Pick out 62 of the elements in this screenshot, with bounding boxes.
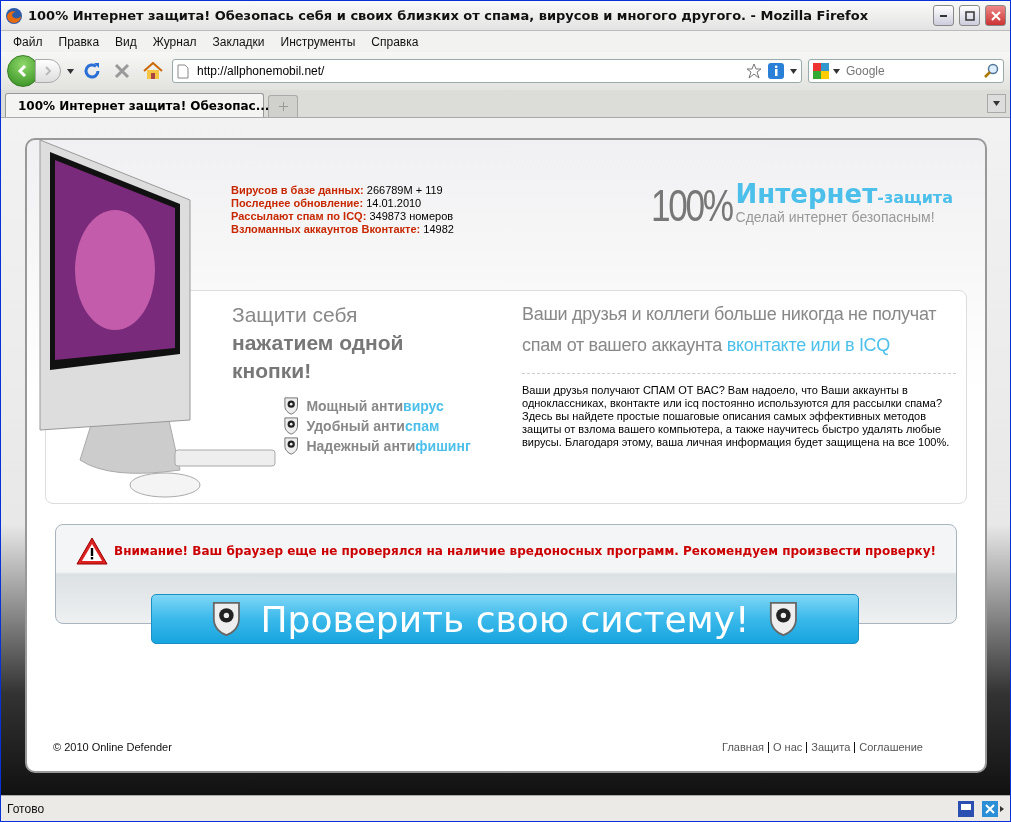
footer-link[interactable]: Соглашение — [859, 741, 923, 753]
minimize-button[interactable] — [933, 5, 954, 26]
dropdown-icon[interactable] — [790, 68, 797, 74]
biohazard-shield-icon — [284, 417, 299, 435]
menu-item[interactable]: Журнал — [144, 34, 205, 49]
stat-line: Вирусов в базе данных: 266789M + 119 — [231, 184, 444, 197]
promo-heading: Защити себя — [232, 302, 359, 328]
biohazard-shield-icon — [769, 601, 799, 637]
menu-item[interactable]: Инструменты — [272, 34, 364, 49]
window-title: 100% Интернет защита! Обезопась себя и своих близких от спама, вирусов и многого другого. - Mozilla Firefox — [28, 8, 870, 23]
stop-icon — [112, 61, 132, 81]
page-icon — [177, 63, 189, 79]
stat-line: Рассылают спам по ICQ: 349873 номеров — [231, 210, 454, 223]
address-bar[interactable]: http://allphonemobil.net/ — [172, 59, 802, 83]
feature-text: Удобный антиспам — [306, 418, 440, 434]
maximize-button[interactable] — [959, 5, 980, 26]
menu-item[interactable]: Файл — [5, 34, 51, 49]
search-icon[interactable] — [983, 63, 999, 79]
copyright-text: © 2010 Online Defender — [53, 741, 172, 753]
biohazard-shield-icon — [284, 437, 299, 455]
stat-line: Последнее обновление: 14.01.2010 — [231, 197, 423, 210]
info-paragraph: Ваши друзья получают СПАМ ОТ ВАС? Вам надоело, что Ваши аккаунты в одноклассниках, вконтакте или icq постоянно используются для рассылки спама? Здесь вы найдете простые пошаговые описания самых эффективных методов защиты от взлома вашего компьютера, а также научитесь быстро удалять любые вирусы. Благодаря этому, ваша личная информация будет защищена на все 100%. — [522, 384, 951, 449]
biohazard-shield-icon — [211, 601, 241, 637]
logo-percent: 100% — [651, 184, 732, 228]
download-addon-icon[interactable] — [958, 800, 974, 817]
footer-link[interactable]: Защита — [811, 741, 851, 753]
promo-subheading: нажатием одной кнопки! — [232, 330, 405, 384]
close-button[interactable] — [985, 5, 1006, 26]
address-field[interactable]: http://allphonemobil.net/ — [195, 63, 740, 79]
google-icon — [813, 63, 829, 79]
tab-list-button[interactable] — [987, 94, 1006, 113]
warning-text: Внимание! Ваш браузер еще не проверялся на наличие вредоносных программ. Рекомендуем произвести проверку! — [114, 544, 936, 558]
logo-title: Интернет-защита — [735, 181, 953, 207]
star-icon[interactable] — [746, 63, 762, 79]
logo-tagline: Сделай интернет безопасным! — [735, 209, 935, 225]
menu-item[interactable]: Закладки — [204, 34, 273, 49]
stat-line: Взломанных аккаунтов Вконтакте: 14982 — [231, 223, 454, 236]
menu-item[interactable]: Правка — [50, 34, 108, 49]
reload-icon — [82, 61, 102, 81]
maximize-icon — [964, 10, 975, 21]
menu-item[interactable]: Вид — [107, 34, 145, 49]
warning-icon — [76, 537, 108, 565]
feature-text: Мощный антивирус — [306, 398, 444, 414]
search-field[interactable]: Google — [844, 63, 979, 79]
feature-text: Надежный антифишинг — [306, 438, 471, 454]
plus-icon — [278, 102, 288, 111]
menu-item[interactable]: Справка — [363, 34, 427, 49]
minimize-icon — [940, 14, 947, 17]
footer-link[interactable]: О нас — [772, 741, 803, 753]
dropdown-icon[interactable] — [67, 68, 74, 74]
footer-link[interactable]: Главная — [722, 741, 764, 753]
firefox-logo-icon — [5, 6, 23, 25]
search-bar[interactable]: Google — [808, 59, 1004, 83]
close-icon — [990, 10, 1001, 21]
info-heading: Ваши друзья и коллеги больше никогда не получат спам от вашего аккаунта вконтакте или в ICQ — [522, 299, 956, 374]
info-icon[interactable] — [768, 63, 784, 79]
dropdown-icon[interactable] — [833, 68, 840, 74]
status-text: Готово — [7, 801, 45, 816]
dropdown-icon — [993, 101, 1000, 106]
addon-icon[interactable] — [982, 800, 1004, 817]
home-icon — [142, 61, 164, 81]
biohazard-shield-icon — [284, 397, 299, 415]
